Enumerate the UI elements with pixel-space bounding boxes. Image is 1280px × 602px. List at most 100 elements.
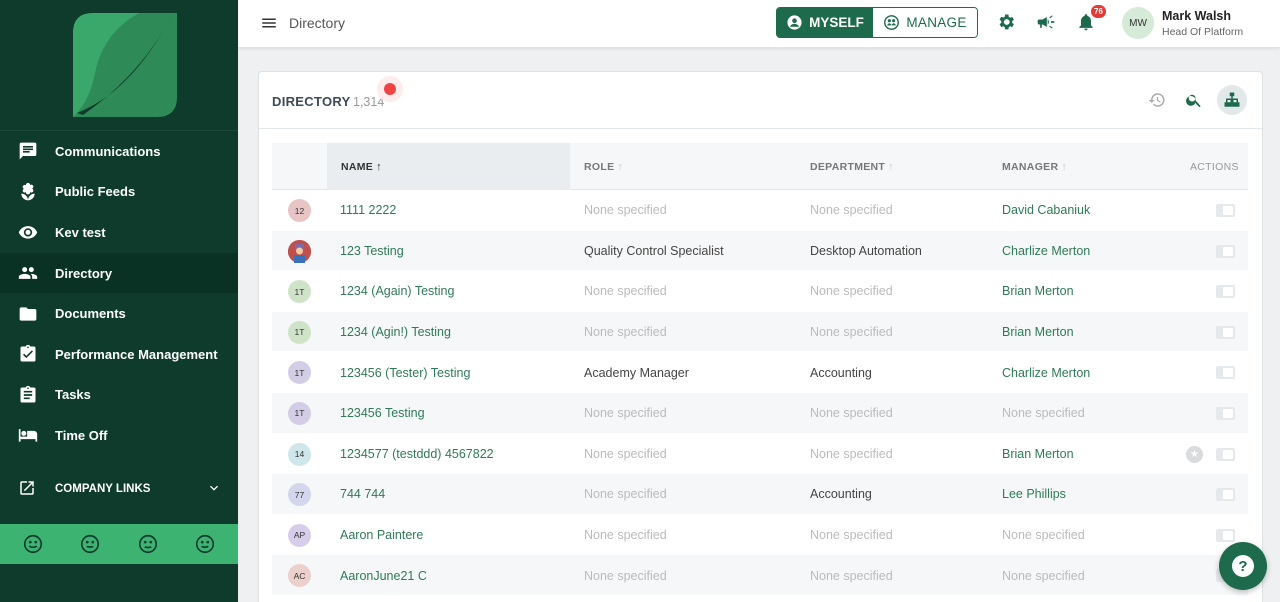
person-name-link[interactable]: 1234 (Again) Testing [340,271,454,312]
department-cell: Accounting [810,487,872,502]
help-button[interactable]: ? [1219,542,1267,590]
row-actions-icon[interactable] [1216,204,1235,217]
sidebar-item-time-off[interactable]: Time Off [0,415,238,456]
table-row[interactable]: 77 744 744 None specified Accounting Lee Phi… [272,474,1248,515]
gear-icon[interactable] [996,12,1018,34]
smiley-icon[interactable] [22,533,44,555]
row-actions-icon[interactable] [1216,406,1235,420]
avatar[interactable]: 1T [288,401,311,425]
chevron-down-icon [206,480,222,496]
person-name-link[interactable]: 123456 (Tester) Testing [340,352,470,393]
smiley-icon[interactable] [79,533,101,555]
row-actions-icon[interactable] [1216,285,1235,299]
sidebar-item-directory[interactable]: Directory [0,252,238,294]
table-row[interactable]: 12 1111 2222 None specified None specified D… [272,190,1248,231]
column-header-department[interactable]: DEPARTMENT ↑ [810,143,894,190]
sidebar-item-documents[interactable]: Documents [0,293,238,334]
avatar[interactable]: AC [288,564,311,588]
manager-link[interactable]: Charlize Merton [1002,231,1090,272]
hamburger-menu-icon[interactable] [260,14,278,32]
breadcrumb: Directory [289,15,346,31]
row-actions-icon[interactable] [1216,366,1235,380]
star-icon[interactable]: ★ [1186,445,1203,463]
column-header-name[interactable]: NAME ↑ [327,143,570,190]
person-name-link[interactable]: 1234 (Agin!) Testing [340,312,451,353]
role-cell: None specified [584,446,667,461]
org-chart-button[interactable] [1217,85,1247,115]
megaphone-icon[interactable] [1036,12,1058,34]
row-actions-icon[interactable] [1216,325,1235,339]
table-row[interactable]: 1T 1234 (Agin!) Testing None specified None… [272,311,1248,353]
row-actions-icon[interactable] [1216,488,1235,502]
history-icon[interactable] [1145,88,1169,112]
manager-link[interactable]: Lee Phillips [1002,474,1066,515]
table-row[interactable]: 1T 1234 (Again) Testing None specified None… [272,271,1248,312]
avatar[interactable]: 77 [288,483,311,507]
group-circle-icon [884,15,900,30]
user-role: Head Of Platform [1162,26,1244,38]
manager-link[interactable]: Brian Merton [1002,434,1074,475]
sort-icon: ↑ [617,160,624,173]
sidebar-item-label: Performance Management [55,346,218,362]
manager-link[interactable]: David Cabaniuk [1002,190,1090,231]
person-name-link[interactable]: 123 Testing [340,231,404,272]
avatar[interactable]: 12 [288,199,311,222]
avatar[interactable]: 14 [288,442,311,466]
person-name-link[interactable]: Aaron Paintere [340,515,423,556]
sidebar-item-communications[interactable]: Communications [0,131,238,172]
directory-card: DIRECTORY 1,314 NAME ↑ ROLE ↑ DEPARTMENT ↑ … [258,71,1263,602]
eye-icon [18,222,38,242]
column-header-actions: ACTIONS [1190,160,1239,173]
manager-link[interactable]: Charlize Merton [1002,352,1090,393]
sidebar-item-tasks[interactable]: Tasks [0,375,238,416]
row-actions-icon[interactable] [1216,447,1235,461]
smiley-icon[interactable] [137,533,159,555]
avatar[interactable]: 1T [288,320,311,344]
sidebar-nav: Communications Public Feeds Kev test Direct… [0,131,238,456]
myself-button[interactable]: MYSELF [777,8,873,37]
avatar[interactable]: AP [288,523,311,547]
row-actions-icon[interactable] [1216,528,1235,542]
avatar[interactable] [288,239,311,263]
row-actions-icon[interactable] [1216,244,1235,258]
sidebar-item-performance-management[interactable]: Performance Management [0,334,238,375]
table-row[interactable]: 1T 123456 (Tester) Testing Academy Manager… [272,352,1248,393]
role-cell: None specified [584,487,667,502]
person-name-link[interactable]: 1111 2222 [340,190,396,231]
manage-button[interactable]: MANAGE [873,8,977,37]
smiley-icon[interactable] [194,533,216,555]
app-logo[interactable] [73,13,177,117]
sidebar-item-kev-test[interactable]: Kev test [0,212,238,253]
table-row[interactable]: 1T 123456 Testing None specified None speci… [272,392,1248,434]
column-header-manager[interactable]: MANAGER ↑ [1002,143,1067,190]
role-cell: Quality Control Specialist [584,243,724,258]
table-row[interactable]: 123 Testing Quality Control Specialist Des… [272,230,1248,272]
avatar[interactable]: 1T [288,361,311,385]
company-links-toggle[interactable]: COMPANY LINKS [0,468,238,510]
role-cell: None specified [584,325,667,340]
card-header: DIRECTORY 1,314 [259,72,1262,129]
manager-link[interactable]: Brian Merton [1002,271,1074,312]
avatar[interactable]: 1T [288,280,311,304]
person-name-link[interactable]: 123456 Testing [340,393,425,434]
search-icon[interactable] [1182,88,1206,112]
role-cell: None specified [584,284,667,299]
manager-link[interactable]: Brian Merton [1002,312,1074,353]
directory-table: NAME ↑ ROLE ↑ DEPARTMENT ↑ MANAGER ↑ ACTIONS… [272,143,1248,596]
table-row[interactable]: AP Aaron Paintere None specified None speci… [272,515,1248,556]
department-cell: Accounting [810,365,872,380]
sidebar-item-label: Public Feeds [55,184,136,200]
sidebar-item-label: Time Off [55,427,108,443]
sidebar-item-public-feeds[interactable]: Public Feeds [0,172,238,213]
folder-icon [18,304,38,324]
column-header-role[interactable]: ROLE ↑ [584,143,623,190]
feed-icon [18,182,38,202]
person-name-link[interactable]: AaronJune21 C [340,555,427,596]
table-row[interactable]: AC AaronJune21 C None specified None specif… [272,555,1248,596]
person-name-link[interactable]: 744 744 [340,474,385,515]
table-header: NAME ↑ ROLE ↑ DEPARTMENT ↑ MANAGER ↑ ACTIONS [272,143,1248,190]
user-name[interactable]: Mark Walsh [1162,9,1231,23]
table-row[interactable]: 14 1234577 (testddd) 4567822 None specifie… [272,434,1248,475]
user-avatar[interactable]: MW [1122,7,1154,39]
person-name-link[interactable]: 1234577 (testddd) 4567822 [340,434,494,475]
